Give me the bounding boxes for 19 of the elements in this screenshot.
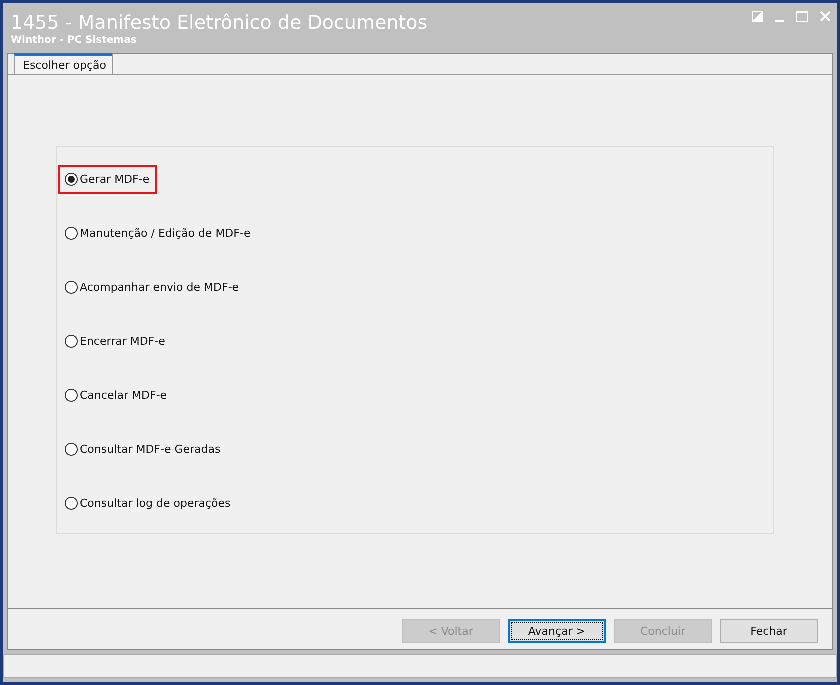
tab[interactable]: Escolher opção xyxy=(14,53,113,74)
radio-button[interactable] xyxy=(65,443,78,456)
wizard-button[interactable]: Fechar xyxy=(720,619,818,643)
window-subtitle: Winthor - PC Sistemas xyxy=(11,35,138,47)
radio-button[interactable] xyxy=(65,497,78,510)
option-label[interactable]: Encerrar MDF-e xyxy=(80,335,166,348)
option-label[interactable]: Gerar MDF-e xyxy=(80,173,150,186)
wizard-button[interactable]: Avançar > xyxy=(508,619,606,643)
radio-button[interactable] xyxy=(65,173,78,186)
option-label[interactable]: Manutenção / Edição de MDF-e xyxy=(80,227,251,240)
radio-button[interactable] xyxy=(65,227,78,240)
option-label[interactable]: Consultar MDF-e Geradas xyxy=(80,443,221,456)
window-title: 1455 - Manifesto Eletrônico de Documentos xyxy=(11,11,429,35)
radio-button[interactable] xyxy=(65,335,78,348)
option-label[interactable]: Cancelar MDF-e xyxy=(80,389,168,402)
option-label[interactable]: Consultar log de operações xyxy=(80,497,231,510)
radio-button[interactable] xyxy=(65,281,78,294)
option-label[interactable]: Acompanhar envio de MDF-e xyxy=(80,281,240,294)
radio-button[interactable] xyxy=(65,389,78,402)
